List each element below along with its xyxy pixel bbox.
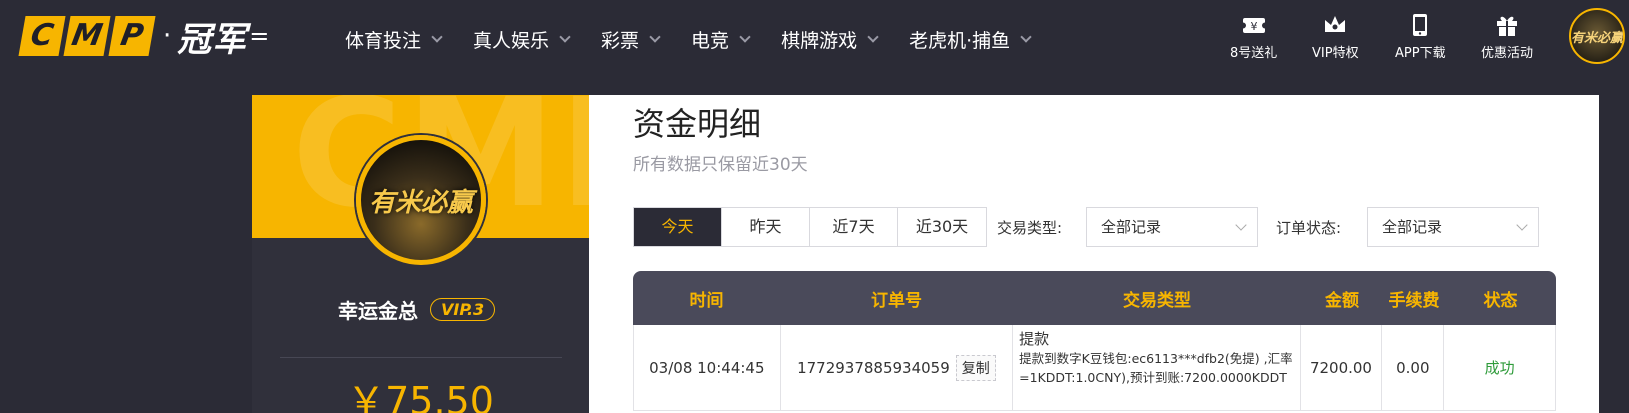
tab-yesterday[interactable]: 昨天 <box>722 208 810 246</box>
chevron-down-icon <box>431 30 443 43</box>
balance-amount: ￥75.50 <box>347 379 494 413</box>
ticket-icon: ¥ <box>1240 18 1267 33</box>
tab-last-30-days[interactable]: 近30天 <box>898 208 986 246</box>
quick-link-label: 8号送礼 <box>1230 46 1278 61</box>
crown-icon <box>1325 16 1346 32</box>
top-navbar: C M P · 冠军 = 体育投注 真人娱乐 彩票 电竞 棋牌游戏 老虎机·捕鱼… <box>0 0 1629 78</box>
column-header: 订单号 <box>871 290 922 311</box>
profile-panel: CMP 有米必赢 幸运金总 VIP.3 ￥75.50 <box>252 95 589 413</box>
chevron-down-icon <box>559 30 571 43</box>
main-nav: 体育投注 真人娱乐 彩票 电竞 棋牌游戏 老虎机·捕鱼 <box>345 0 1062 78</box>
user-avatar[interactable]: 有米必赢 <box>1569 8 1625 64</box>
quick-link-label: APP下载 <box>1395 46 1446 61</box>
column-header: 金额 <box>1325 290 1359 311</box>
column-header: 手续费 <box>1388 290 1440 311</box>
cell-status: 成功 <box>1484 359 1515 377</box>
select-value: 全部记录 <box>1382 218 1443 236</box>
quick-link-gift-8[interactable]: ¥ 8号送礼 <box>1230 12 1277 61</box>
chevron-down-icon <box>1516 219 1528 231</box>
order-status-label: 订单状态: <box>1276 219 1342 237</box>
nav-label: 电竞 <box>691 29 730 52</box>
logo-dot: · <box>163 21 172 51</box>
nav-label: 彩票 <box>601 29 640 52</box>
logo-name: 冠军 <box>177 19 248 60</box>
transaction-type-select[interactable]: 全部记录 <box>1086 207 1258 247</box>
cell-amount: 7200.00 <box>1301 325 1383 410</box>
transaction-type-title: 提款 <box>1019 330 1050 348</box>
transactions-table: 时间 订单号 交易类型 金额 手续费 状态 03/08 10:44:45 177… <box>633 271 1556 411</box>
quick-link-label: 优惠活动 <box>1481 46 1534 61</box>
page-title: 资金明细 <box>633 105 762 143</box>
nav-label: 体育投注 <box>345 29 422 52</box>
chevron-down-icon <box>1020 30 1032 43</box>
select-value: 全部记录 <box>1101 218 1162 236</box>
nav-item-slots-fishing[interactable]: 老虎机·捕鱼 <box>909 26 1032 53</box>
quick-link-app[interactable]: APP下载 <box>1395 12 1446 61</box>
table-row: 03/08 10:44:45 1772937885934059 复制 提款 提款… <box>633 325 1556 411</box>
gift-icon <box>1497 16 1517 36</box>
vip-badge: VIP.3 <box>430 298 496 321</box>
order-number: 1772937885934059 <box>797 358 950 377</box>
avatar-text: 有米必赢 <box>368 187 473 218</box>
nav-item-sports[interactable]: 体育投注 <box>345 26 443 53</box>
chevron-down-icon <box>867 30 879 43</box>
chevron-down-icon <box>739 30 751 43</box>
column-header: 状态 <box>1483 290 1518 311</box>
transaction-type-detail: 提款到数字K豆钱包:ec6113***dfb2(免提) ,汇率=1KDDT:1.… <box>1019 351 1293 385</box>
cell-order-no: 1772937885934059 复制 <box>781 325 1014 410</box>
chevron-down-icon <box>1235 219 1247 231</box>
logo-letters: C M P <box>18 16 157 56</box>
brand-logo[interactable]: C M P · 冠军 = <box>18 16 270 60</box>
svg-text:¥: ¥ <box>1250 20 1257 33</box>
profile-avatar: 有米必赢 <box>356 135 486 265</box>
quick-link-promotions[interactable]: 优惠活动 <box>1481 12 1533 61</box>
profile-name-row: 幸运金总 VIP.3 <box>338 295 496 324</box>
page-subtitle: 所有数据只保留近30天 <box>633 155 808 175</box>
nav-item-cards[interactable]: 棋牌游戏 <box>781 26 879 53</box>
logo-dash: = <box>249 22 270 50</box>
copy-button[interactable]: 复制 <box>955 354 996 381</box>
transaction-type-label: 交易类型: <box>997 219 1063 237</box>
cell-fee: 0.00 <box>1382 325 1445 410</box>
tab-today[interactable]: 今天 <box>634 208 722 246</box>
table-header: 时间 订单号 交易类型 金额 手续费 状态 <box>633 271 1556 325</box>
chevron-down-icon <box>649 30 661 43</box>
logo-letter: C <box>18 16 66 56</box>
column-header: 交易类型 <box>1123 290 1191 311</box>
avatar-text: 有米必赢 <box>1571 30 1624 46</box>
nav-item-live-casino[interactable]: 真人娱乐 <box>473 26 571 53</box>
quick-link-label: VIP特权 <box>1312 46 1359 61</box>
phone-icon <box>1413 14 1428 36</box>
quick-link-vip[interactable]: VIP特权 <box>1312 12 1359 61</box>
tab-last-7-days[interactable]: 近7天 <box>810 208 898 246</box>
profile-username: 幸运金总 <box>338 299 418 323</box>
nav-item-lottery[interactable]: 彩票 <box>601 26 661 53</box>
nav-label: 老虎机·捕鱼 <box>909 29 1011 52</box>
divider <box>280 357 562 358</box>
fund-details-panel: 资金明细 所有数据只保留近30天 今天 昨天 近7天 近30天 交易类型: 全部… <box>589 95 1599 413</box>
date-range-tabs: 今天 昨天 近7天 近30天 <box>633 207 987 247</box>
logo-letter: M <box>63 16 111 56</box>
cell-time: 03/08 10:44:45 <box>634 325 781 410</box>
logo-letter: P <box>108 16 156 56</box>
nav-item-esports[interactable]: 电竞 <box>691 26 751 53</box>
nav-label: 真人娱乐 <box>473 29 550 52</box>
column-header: 时间 <box>689 290 724 311</box>
nav-label: 棋牌游戏 <box>781 29 858 52</box>
cell-transaction-type: 提款 提款到数字K豆钱包:ec6113***dfb2(免提) ,汇率=1KDDT… <box>1013 325 1301 410</box>
order-status-select[interactable]: 全部记录 <box>1367 207 1539 247</box>
